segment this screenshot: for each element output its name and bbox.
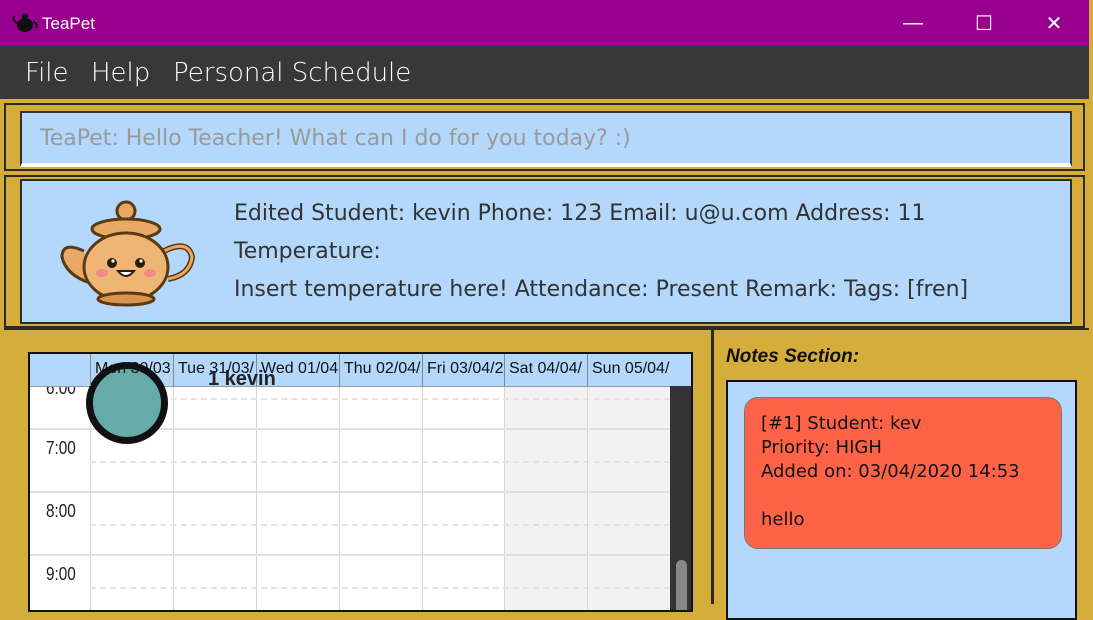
schedule-header: Mon 30/03 Tue 31/03/ Wed 01/04 Thu 02/04…	[30, 354, 691, 444]
day-header-thu[interactable]: Thu 02/04/	[339, 354, 422, 386]
note-priority: Priority: HIGH	[761, 437, 882, 458]
day-header-sat[interactable]: Sat 04/04/	[504, 354, 587, 386]
time-label-7: 7:00	[46, 438, 76, 458]
day-header-mon[interactable]: Mon 30/03	[90, 354, 173, 386]
menu-help[interactable]: Help	[91, 58, 150, 88]
menu-bar: File Help Personal Schedule	[0, 46, 1089, 99]
window-title: TeaPet	[42, 14, 95, 33]
command-input[interactable]	[22, 113, 1070, 163]
scrollbar-thumb[interactable]	[676, 560, 687, 610]
close-button[interactable]: ✕	[1025, 0, 1083, 46]
notes-title: Notes Section:	[726, 346, 860, 367]
schedule-panel: 6:00 7:00 8:00 9:00 Mon 30/03 Tue 31/03/…	[4, 328, 714, 612]
minimize-button[interactable]: —	[884, 0, 942, 46]
command-panel	[4, 103, 1085, 171]
teapot-mascot-icon	[60, 200, 196, 307]
maximize-button[interactable]: ☐	[955, 0, 1013, 46]
result-line-2: Insert temperature here! Attendance: Pre…	[234, 277, 969, 302]
menu-file[interactable]: File	[25, 58, 69, 88]
notes-list: [#1] Student: kev Priority: HIGH Added o…	[726, 380, 1077, 620]
day-header-sun[interactable]: Sun 05/04/	[587, 354, 670, 386]
note-added-on: Added on: 03/04/2020 14:53	[761, 461, 1020, 482]
note-card[interactable]: [#1] Student: kev Priority: HIGH Added o…	[744, 397, 1062, 549]
command-box	[20, 111, 1072, 167]
title-bar: TeaPet — ☐ ✕	[0, 0, 1089, 46]
result-line-1: Edited Student: kevin Phone: 123 Email: …	[234, 201, 926, 264]
time-label-9: 9:00	[46, 564, 76, 584]
result-panel: Edited Student: kevin Phone: 123 Email: …	[4, 175, 1085, 328]
note-content: hello	[761, 509, 805, 530]
notes-panel: Notes Section: [#1] Student: kev Priorit…	[714, 328, 1089, 620]
result-message: Edited Student: kevin Phone: 123 Email: …	[234, 195, 1064, 309]
note-header: [#1] Student: kev	[761, 413, 922, 434]
schedule-view: 6:00 7:00 8:00 9:00 Mon 30/03 Tue 31/03/…	[28, 352, 693, 612]
day-header-fri[interactable]: Fri 03/04/2	[422, 354, 504, 386]
menu-personal-schedule[interactable]: Personal Schedule	[173, 58, 411, 88]
overlapping-student-label: 1 kevin	[208, 368, 276, 390]
schedule-scrollbar[interactable]	[670, 386, 691, 610]
teapot-icon	[12, 14, 38, 32]
time-label-8: 8:00	[46, 501, 76, 521]
result-display: Edited Student: kevin Phone: 123 Email: …	[20, 179, 1072, 324]
